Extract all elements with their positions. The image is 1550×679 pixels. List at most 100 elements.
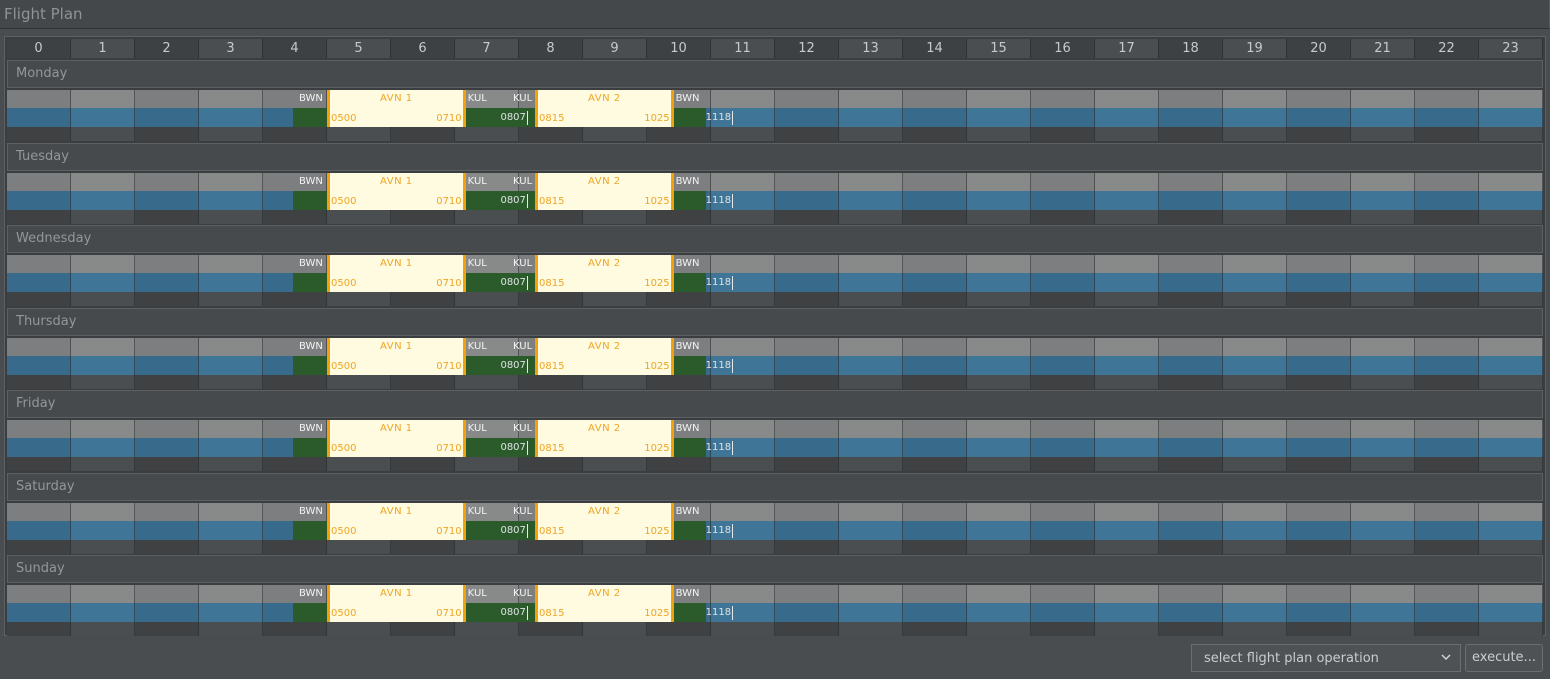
hour-slot xyxy=(1415,603,1479,622)
day-label[interactable]: Friday xyxy=(7,390,1543,418)
hour-slot xyxy=(1415,255,1479,273)
hour-slot xyxy=(1479,603,1543,622)
day-schedule-lane[interactable]: AVN 1 0500 0710 AVN 2 0815 1025 BWN KUL … xyxy=(7,502,1543,555)
hour-slot xyxy=(263,374,327,389)
hour-slot xyxy=(1095,420,1159,438)
execute-button[interactable]: execute... xyxy=(1465,644,1543,672)
hour-slot xyxy=(1159,457,1223,471)
hour-slot xyxy=(967,108,1031,127)
hour-slot xyxy=(1159,539,1223,554)
flight-block-2[interactable]: AVN 2 0815 1025 xyxy=(535,502,674,540)
hour-slot xyxy=(1159,603,1223,622)
hour-slot xyxy=(7,374,71,389)
hour-slot xyxy=(1351,337,1415,356)
hour-slot xyxy=(647,127,711,141)
hour-slot xyxy=(199,374,263,389)
hour-slot xyxy=(1095,457,1159,471)
hour-slot xyxy=(71,603,135,622)
flight-block-1[interactable]: AVN 1 0500 0710 xyxy=(327,172,466,210)
bottom-stripe xyxy=(7,457,1543,471)
day-label[interactable]: Saturday xyxy=(7,472,1543,501)
day-schedule-lane[interactable]: AVN 1 0500 0710 AVN 2 0815 1025 BWN KUL … xyxy=(7,172,1543,225)
hour-slot xyxy=(839,108,903,127)
day-schedule-lane[interactable]: AVN 1 0500 0710 AVN 2 0815 1025 BWN KUL … xyxy=(7,585,1543,637)
hour-slot xyxy=(135,108,199,127)
hour-slot xyxy=(775,622,839,636)
hour-slot xyxy=(7,539,71,554)
hour-slot xyxy=(967,90,1031,108)
flight-plan-operation-select[interactable]: select flight plan operation xyxy=(1191,644,1461,672)
hour-slot xyxy=(263,292,327,306)
flight-block-1[interactable]: AVN 1 0500 0710 xyxy=(327,90,466,127)
hour-slot xyxy=(71,273,135,292)
hour-header-16: 16 xyxy=(1031,39,1095,58)
hour-slot xyxy=(1031,273,1095,292)
hour-slot xyxy=(135,172,199,191)
flight-block-2[interactable]: AVN 2 0815 1025 xyxy=(535,585,674,622)
hour-slot xyxy=(1479,292,1543,306)
hour-slot xyxy=(1479,127,1543,141)
hour-slot xyxy=(1287,172,1351,191)
hour-slot xyxy=(1287,438,1351,457)
hour-slot xyxy=(839,438,903,457)
hour-slot xyxy=(1159,90,1223,108)
day-block-tuesday: Tuesday AVN 1 0500 0710 AVN 2 0815 1025 … xyxy=(7,142,1543,226)
flight-block-2[interactable]: AVN 2 0815 1025 xyxy=(535,90,674,127)
hour-slot xyxy=(1223,255,1287,273)
ground-time-origin xyxy=(293,438,327,457)
day-schedule-lane[interactable]: AVN 1 0500 0710 AVN 2 0815 1025 BWN KUL … xyxy=(7,337,1543,390)
availability-stripe xyxy=(7,273,1543,292)
hour-slot xyxy=(775,374,839,389)
hour-slot xyxy=(7,90,71,108)
hour-slot xyxy=(1223,337,1287,356)
hour-slot xyxy=(775,502,839,521)
day-schedule-lane[interactable]: AVN 1 0500 0710 AVN 2 0815 1025 BWN KUL … xyxy=(7,420,1543,472)
return-airport-label: BWN xyxy=(675,175,700,187)
hour-slot xyxy=(7,337,71,356)
flight-block-1[interactable]: AVN 1 0500 0710 xyxy=(327,585,466,622)
hour-slot xyxy=(839,603,903,622)
hour-slot xyxy=(775,420,839,438)
hour-slot xyxy=(391,127,455,141)
flight-block-1[interactable]: AVN 1 0500 0710 xyxy=(327,420,466,457)
hour-slot xyxy=(903,292,967,306)
window-titlebar: Flight Plan xyxy=(0,0,1550,29)
flight-name: AVN 1 xyxy=(380,423,413,434)
day-label[interactable]: Thursday xyxy=(7,307,1543,336)
hour-slot xyxy=(1095,438,1159,457)
hour-slot xyxy=(775,255,839,273)
flight-block-1[interactable]: AVN 1 0500 0710 xyxy=(327,502,466,540)
day-label[interactable]: Sunday xyxy=(7,555,1543,583)
hour-slot xyxy=(1479,90,1543,108)
hour-slot xyxy=(1351,622,1415,636)
hour-slot xyxy=(455,292,519,306)
day-label[interactable]: Tuesday xyxy=(7,142,1543,171)
hour-slot xyxy=(1159,273,1223,292)
hour-slot xyxy=(1031,209,1095,224)
flight-block-1[interactable]: AVN 1 0500 0710 xyxy=(327,255,466,292)
flight-block-2[interactable]: AVN 2 0815 1025 xyxy=(535,172,674,210)
hour-header-23: 23 xyxy=(1479,39,1543,58)
hour-slot xyxy=(1159,127,1223,141)
flight-name: AVN 1 xyxy=(380,340,413,352)
hour-slot xyxy=(775,337,839,356)
hour-slot xyxy=(263,209,327,224)
hour-slot xyxy=(1159,502,1223,521)
flight-departure-time: 0815 xyxy=(539,278,565,289)
flight-block-2[interactable]: AVN 2 0815 1025 xyxy=(535,337,674,375)
hour-slot xyxy=(1031,502,1095,521)
flight-departure-time: 0815 xyxy=(539,608,565,619)
day-label[interactable]: Monday xyxy=(7,60,1543,88)
flight-block-2[interactable]: AVN 2 0815 1025 xyxy=(535,420,674,457)
day-schedule-lane[interactable]: AVN 1 0500 0710 AVN 2 0815 1025 BWN KUL … xyxy=(7,255,1543,307)
hour-slot xyxy=(71,457,135,471)
flight-block-1[interactable]: AVN 1 0500 0710 xyxy=(327,337,466,375)
hour-slot xyxy=(199,273,263,292)
flight-name: AVN 2 xyxy=(588,93,621,104)
hour-slot xyxy=(71,337,135,356)
hour-slot xyxy=(1223,374,1287,389)
flight-block-2[interactable]: AVN 2 0815 1025 xyxy=(535,255,674,292)
day-label[interactable]: Wednesday xyxy=(7,225,1543,253)
day-schedule-lane[interactable]: AVN 1 0500 0710 AVN 2 0815 1025 BWN KUL … xyxy=(7,90,1543,142)
hour-slot xyxy=(1223,420,1287,438)
